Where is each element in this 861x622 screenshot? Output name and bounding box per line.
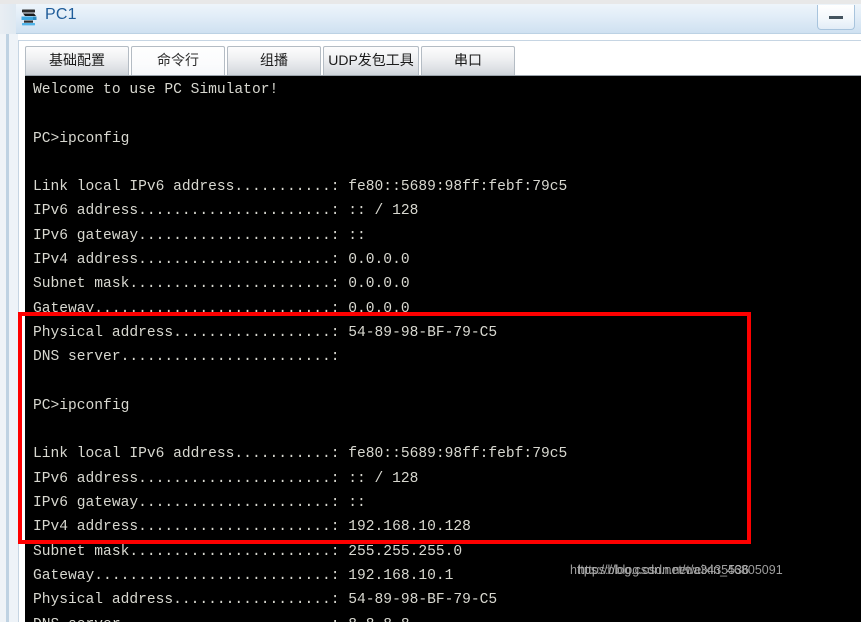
titlebar-left-edge	[0, 4, 16, 34]
titlebar-top-strip	[0, 0, 861, 4]
terminal-output-text: Welcome to use PC Simulator! PC>ipconfig…	[33, 82, 568, 622]
tab-basic-config-label: 基础配置	[49, 52, 105, 68]
tab-multicast[interactable]: 组播	[227, 46, 321, 75]
window-frame-left-inner	[9, 34, 18, 622]
window-title: PC1	[45, 6, 77, 23]
pc1-simulator-window: PC1 基础配置 命令行 组播 UDP发包工具 串口 Welcome to us…	[0, 0, 861, 622]
tab-panel: 基础配置 命令行 组播 UDP发包工具 串口 Welcome to use PC…	[18, 40, 861, 622]
tab-basic-config[interactable]: 基础配置	[25, 46, 129, 75]
minimize-button[interactable]	[817, 5, 855, 30]
tab-strip: 基础配置 命令行 组播 UDP发包工具 串口	[19, 41, 861, 77]
tab-multicast-label: 组播	[260, 52, 288, 68]
minimize-icon	[829, 16, 843, 19]
tab-command-line-label: 命令行	[157, 52, 199, 68]
window-titlebar: PC1	[0, 0, 861, 34]
tab-serial-port[interactable]: 串口	[421, 46, 515, 75]
window-client-area: 基础配置 命令行 组播 UDP发包工具 串口 Welcome to use PC…	[0, 34, 861, 622]
tab-command-line[interactable]: 命令行	[131, 46, 225, 75]
tab-udp-tool-label: UDP发包工具	[328, 52, 414, 68]
tab-udp-tool[interactable]: UDP发包工具	[323, 46, 419, 75]
command-line-terminal[interactable]: Welcome to use PC Simulator! PC>ipconfig…	[25, 75, 861, 622]
tab-serial-port-label: 串口	[454, 52, 482, 68]
pc-terminal-icon	[20, 8, 40, 27]
